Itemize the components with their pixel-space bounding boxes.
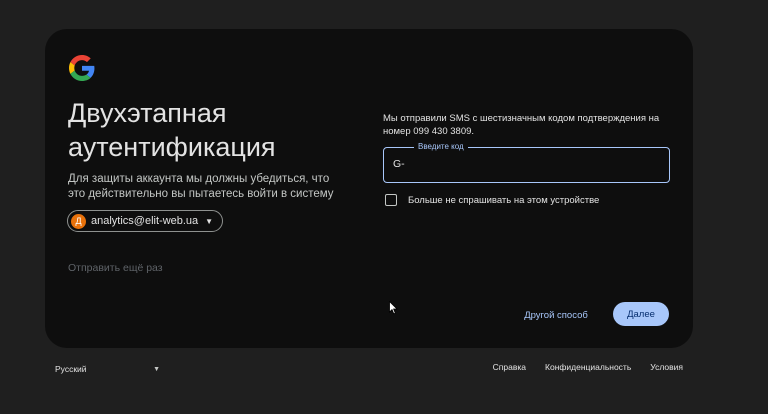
signin-card: Двухэтапная аутентификация Для защиты ак… [45, 29, 693, 348]
sms-message: Мы отправили SMS с шестизначным кодом по… [383, 113, 660, 137]
footer-link-privacy[interactable]: Конфиденциальность [545, 362, 631, 372]
checkbox-box[interactable] [385, 194, 397, 206]
code-input[interactable]: Введите код G- [383, 142, 670, 183]
language-label: Русский [55, 364, 87, 374]
language-select[interactable]: Русский ▼ [55, 362, 160, 376]
google-logo-icon [69, 55, 95, 81]
remember-device-label: Больше не спрашивать на этом устройстве [408, 194, 600, 206]
chevron-down-icon: ▼ [153, 365, 160, 373]
footer-link-help[interactable]: Справка [493, 362, 526, 372]
chevron-down-icon: ▼ [205, 216, 214, 226]
try-another-way-button[interactable]: Другой способ [517, 303, 595, 327]
code-field-value: G- [393, 158, 405, 170]
account-chip[interactable]: Д analytics@elit-web.ua ▼ [67, 210, 224, 232]
page-subtitle: Для защиты аккаунта мы должны убедиться,… [68, 173, 334, 200]
page-title: Двухэтапная аутентификация [68, 98, 276, 162]
mouse-pointer-icon [389, 301, 398, 315]
footer-links: Справка Конфиденциальность Условия [493, 362, 683, 372]
avatar: Д [71, 213, 86, 229]
remember-device-checkbox[interactable]: Больше не спрашивать на этом устройстве [385, 194, 599, 206]
footer-link-terms[interactable]: Условия [650, 362, 683, 372]
account-email: analytics@elit-web.ua [91, 215, 199, 227]
resend-link[interactable]: Отправить ещё раз [68, 262, 163, 274]
next-button[interactable]: Далее [613, 302, 669, 326]
code-field-label: Введите код [414, 142, 468, 151]
